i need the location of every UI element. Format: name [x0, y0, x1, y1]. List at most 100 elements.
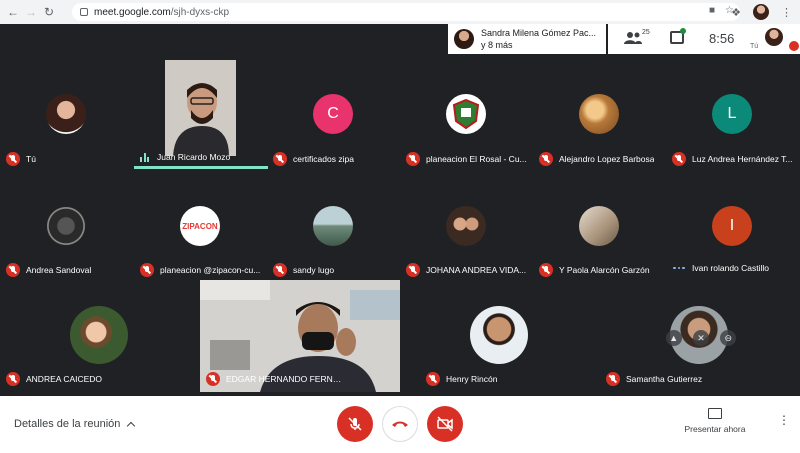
- back-icon[interactable]: ←: [6, 5, 20, 19]
- call-controls-bar: Detalles de la reunión Presentar ahora ⋮: [0, 396, 800, 453]
- participant-tile[interactable]: Henry Rincón: [420, 280, 553, 392]
- participant-name: Ivan rolando Castillo: [692, 263, 770, 273]
- meeting-details-label: Detalles de la reunión: [14, 418, 121, 430]
- presenter-name: Sandra Milena Gómez Pac...: [481, 28, 597, 38]
- mic-off-icon: [273, 263, 287, 277]
- present-now-button[interactable]: Presentar ahora: [682, 408, 748, 434]
- avatar: [470, 306, 528, 364]
- participant-name: Henry Rincón: [446, 374, 498, 384]
- camera-blocked-icon[interactable]: ■: [709, 5, 715, 16]
- chevron-up-icon: [127, 421, 136, 430]
- participant-tile[interactable]: ANDREA CAICEDO: [0, 280, 133, 392]
- hang-up-icon: [392, 421, 408, 427]
- camera-toggle-button[interactable]: [427, 406, 463, 442]
- participant-name: Andrea Sandoval: [26, 265, 92, 275]
- present-screen-icon: [708, 408, 722, 419]
- participant-tile[interactable]: JOHANA ANDREA VIDA...: [400, 168, 533, 280]
- mic-off-icon: [426, 372, 440, 386]
- mic-off-icon: [273, 152, 287, 166]
- mic-off-icon: [140, 263, 154, 277]
- participant-video: [165, 60, 236, 156]
- camera-off-icon: [437, 416, 453, 432]
- self-label: Tú: [750, 43, 759, 50]
- mic-off-icon: [6, 372, 20, 386]
- participant-tile[interactable]: Alejandro Lopez Barbosa: [533, 56, 666, 168]
- mic-off-icon: [206, 372, 220, 386]
- participant-tile[interactable]: C certificados zipa: [267, 56, 400, 168]
- participant-tile[interactable]: Andrea Sandoval: [0, 168, 133, 280]
- mic-off-icon: [406, 152, 420, 166]
- avatar: [446, 206, 486, 246]
- participant-tile[interactable]: ZIPACON planeacion @zipacon-cu...: [134, 168, 267, 280]
- participant-tile[interactable]: Y Paola Alarcón Garzón: [533, 168, 666, 280]
- tile-hover-controls: ▲ ✕ ⊖: [660, 326, 742, 350]
- pin-icon[interactable]: ▲: [665, 330, 682, 346]
- clock: 8:56: [709, 31, 735, 46]
- mic-off-icon: [539, 263, 553, 277]
- meeting-details-button[interactable]: Detalles de la reunión: [14, 418, 136, 430]
- participant-name: JOHANA ANDREA VIDA...: [426, 265, 527, 275]
- initial-avatar: C: [313, 94, 353, 134]
- presenter-card[interactable]: Sandra Milena Gómez Pac... y 8 más: [448, 24, 606, 54]
- participant-name: EDGAR HERNANDO FERNANDEZ GRILLO: [226, 374, 344, 384]
- remove-participant-icon[interactable]: ⊖: [720, 330, 737, 346]
- chat-notification-dot: [680, 28, 686, 34]
- reload-icon[interactable]: ↻: [42, 5, 56, 19]
- initial-avatar: I: [712, 206, 752, 246]
- mic-off-icon: [6, 263, 20, 277]
- mute-participant-icon[interactable]: ✕: [692, 330, 709, 346]
- more-options-icon[interactable]: ⋮: [778, 414, 790, 426]
- participant-name: planeacion @zipacon-cu...: [160, 265, 261, 275]
- participant-name: certificados zipa: [293, 154, 354, 164]
- mic-off-icon: [672, 152, 686, 166]
- leave-call-button[interactable]: [382, 406, 418, 442]
- shield-logo: [452, 98, 480, 130]
- mic-toggle-button[interactable]: [337, 406, 373, 442]
- mic-off-icon: [606, 372, 620, 386]
- browser-toolbar: ← → ↻ meet.google.com/sjh-dyxs-ckp ■ ☆ ❖…: [0, 0, 800, 24]
- participant-tile[interactable]: planeacion El Rosal - Cu...: [400, 56, 533, 168]
- zipacon-logo: ZIPACON: [182, 221, 218, 231]
- lock-icon: [80, 8, 88, 16]
- self-mic-off-icon: [789, 41, 799, 51]
- self-avatar[interactable]: [765, 28, 783, 46]
- url-text: meet.google.com/sjh-dyxs-ckp: [94, 6, 230, 18]
- avatar: [579, 94, 619, 134]
- present-now-label: Presentar ahora: [684, 424, 746, 434]
- initial-avatar: L: [712, 94, 752, 134]
- avatar: [46, 94, 86, 134]
- participant-name: Alejandro Lopez Barbosa: [559, 154, 655, 164]
- profile-avatar[interactable]: [753, 4, 769, 20]
- participant-name: ANDREA CAICEDO: [26, 374, 103, 384]
- forward-icon[interactable]: →: [24, 5, 38, 19]
- extensions-icon[interactable]: ❖: [731, 6, 741, 19]
- participant-name: Juan Ricardo Mozo: [157, 152, 231, 162]
- participant-name: Samantha Gutierrez: [626, 374, 703, 384]
- kebab-icon[interactable]: ⋮: [781, 6, 792, 19]
- participant-name: planeacion El Rosal - Cu...: [426, 154, 527, 164]
- participant-tile[interactable]: L Luz Andrea Hernández T...: [666, 56, 799, 168]
- logo-avatar: ZIPACON: [180, 206, 220, 246]
- avatar: [46, 206, 86, 246]
- mic-off-icon: [6, 152, 20, 166]
- participant-name: Luz Andrea Hernández T...: [692, 154, 793, 164]
- people-count: 25: [642, 29, 650, 36]
- avatar: [313, 206, 353, 246]
- avatar: [70, 306, 128, 364]
- mic-off-icon: [539, 152, 553, 166]
- avatar: [579, 206, 619, 246]
- participant-tile[interactable]: sandy lugo: [267, 168, 400, 280]
- person-silhouette: [165, 60, 236, 156]
- speaking-icon: [140, 152, 149, 162]
- mic-off-icon: [406, 263, 420, 277]
- participant-tile[interactable]: I Ivan rolando Castillo: [666, 168, 799, 280]
- mic-on-icon: [672, 266, 686, 270]
- participant-tile[interactable]: Juan Ricardo Mozo: [134, 56, 268, 169]
- people-icon[interactable]: [624, 31, 642, 45]
- presenter-more: y 8 más: [481, 40, 513, 50]
- participant-tile[interactable]: Tú: [0, 56, 133, 168]
- presenter-avatar: [454, 29, 474, 49]
- participant-name: Y Paola Alarcón Garzón: [559, 265, 650, 275]
- address-bar[interactable]: meet.google.com/sjh-dyxs-ckp ■ ☆: [72, 3, 740, 21]
- participant-tile[interactable]: EDGAR HERNANDO FERNANDEZ GRILLO: [200, 280, 400, 392]
